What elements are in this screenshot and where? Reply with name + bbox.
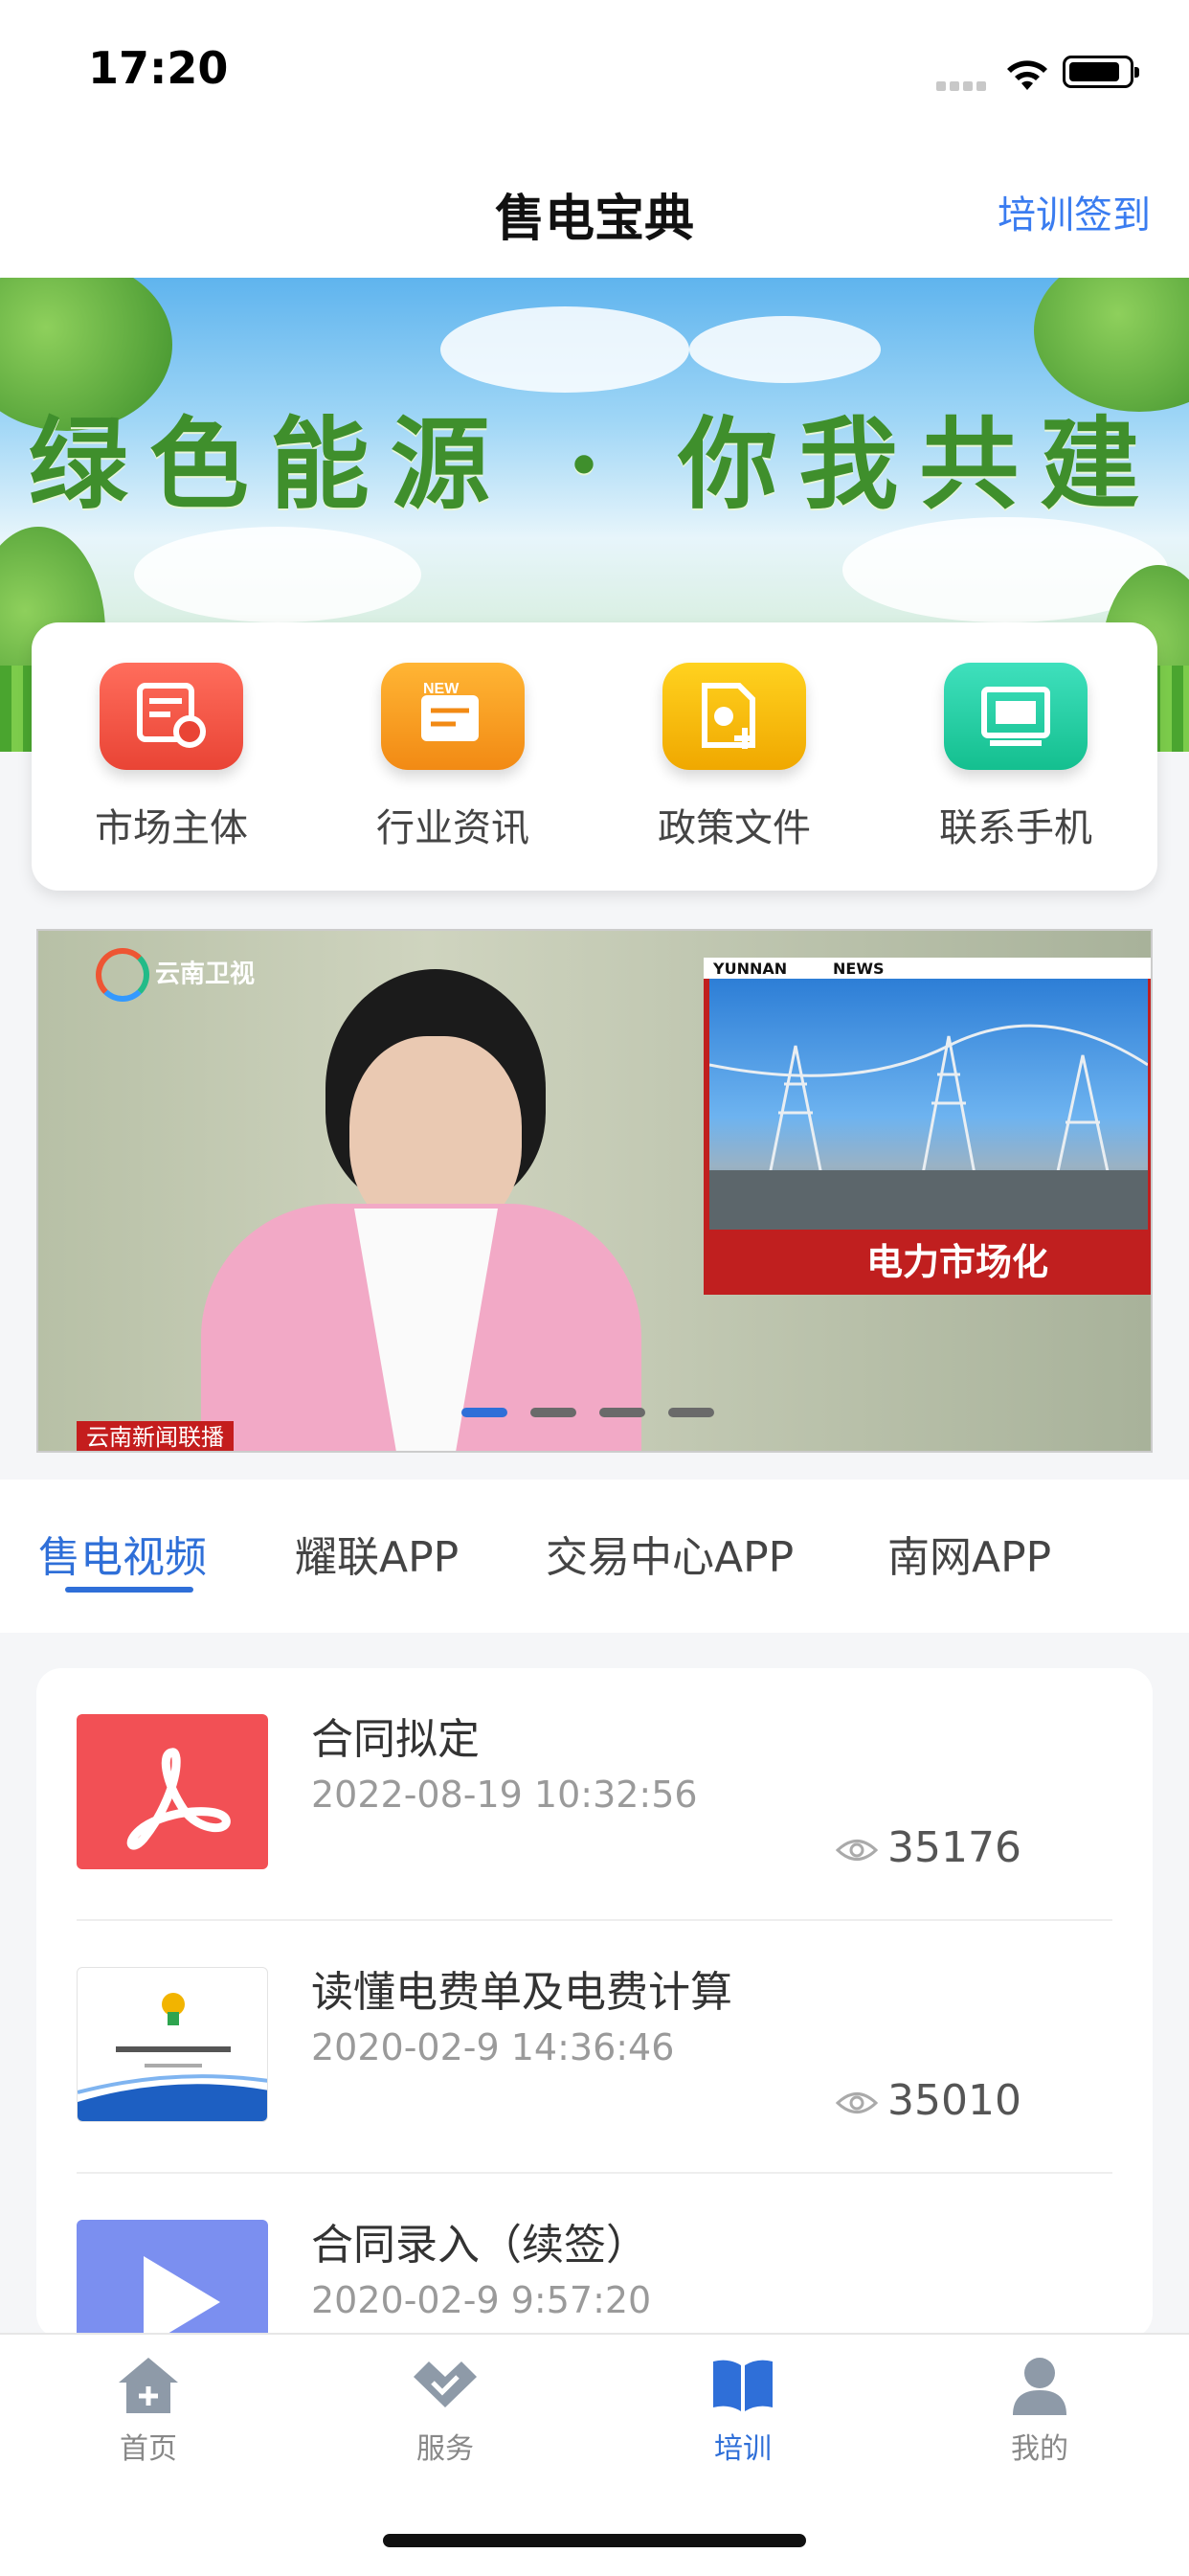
list-item[interactable]: 读懂电费单及电费计算 2020-02-9 14:36:46 35010	[36, 1921, 1153, 2174]
quick-entry-contact[interactable]: 联系手机	[920, 663, 1111, 852]
training-checkin-button[interactable]: 培训签到	[998, 184, 1151, 239]
item-title: 合同拟定	[311, 1715, 480, 1764]
book-icon	[713, 2360, 773, 2411]
inset-caption: 电力市场化	[865, 1241, 1048, 1283]
video-carousel[interactable]: 云南卫视 YUNNAN NEWS 电力市场化 云南新闻联播	[36, 929, 1153, 1453]
list-item[interactable]: 合同录入（续签） 2020-02-9 9:57:20	[36, 2174, 1153, 2339]
quick-entry-news[interactable]: NEW 行业资讯	[357, 663, 549, 852]
tab-trading-center-app[interactable]: 交易中心APP	[546, 1523, 794, 1584]
tabbar-service[interactable]: 服务	[369, 2354, 522, 2467]
quick-entry-card: 市场主体 NEW 行业资讯 政策文件 联系手机	[32, 622, 1157, 891]
list-item[interactable]: 合同拟定 2022-08-19 10:32:56 35176	[36, 1668, 1153, 1921]
profile-icon	[1013, 2358, 1066, 2415]
program-tag: 云南新闻联播	[77, 1421, 234, 1451]
tabbar-label: 培训	[714, 2432, 772, 2466]
news-inset: YUNNAN NEWS 电力市场化	[704, 958, 1151, 1295]
status-bar: 17:20	[0, 0, 1189, 144]
status-time: 17:20	[88, 42, 229, 94]
contact-phone-icon	[944, 663, 1088, 770]
home-icon	[119, 2358, 178, 2413]
tab-southern-grid-app[interactable]: 南网APP	[887, 1523, 1051, 1584]
power-grid-image	[708, 979, 1149, 1230]
quick-entry-label: 联系手机	[939, 806, 1092, 850]
svg-text:NEW: NEW	[423, 682, 460, 697]
carousel-indicator[interactable]	[461, 1403, 737, 1421]
item-date: 2020-02-9 14:36:46	[311, 2026, 675, 2068]
quick-entry-label: 行业资讯	[376, 806, 529, 850]
channel-logo: 云南卫视	[96, 948, 255, 1002]
market-entity-icon	[100, 663, 243, 770]
battery-icon	[1063, 56, 1139, 88]
category-tabs: 售电视频 耀联APP 交易中心APP 南网APP	[0, 1480, 1189, 1633]
item-title: 合同录入（续签）	[311, 2221, 648, 2270]
inset-header-right: NEWS	[833, 960, 885, 978]
banner-slogan: 绿色能源 · 你我共建	[28, 405, 1161, 523]
quick-entry-label: 政策文件	[658, 806, 811, 850]
tabbar-home[interactable]: 首页	[72, 2354, 225, 2467]
slide-thumbnail	[77, 1967, 268, 2122]
video-list: 合同拟定 2022-08-19 10:32:56 35176 读懂电费单及电费计…	[36, 1668, 1153, 2339]
item-date: 2022-08-19 10:32:56	[311, 1774, 698, 1816]
home-indicator	[383, 2534, 806, 2547]
play-icon	[77, 2220, 268, 2339]
pdf-icon	[77, 1714, 268, 1869]
quick-entry-policy[interactable]: 政策文件	[639, 663, 830, 852]
tabbar-label: 我的	[1011, 2432, 1068, 2466]
quick-entry-label: 市场主体	[95, 806, 248, 850]
tab-yaolian-app[interactable]: 耀联APP	[295, 1523, 459, 1584]
tabbar-training[interactable]: 培训	[666, 2354, 819, 2467]
item-views: 35010	[835, 2076, 1021, 2125]
item-date: 2020-02-9 9:57:20	[311, 2279, 652, 2321]
tabbar-profile[interactable]: 我的	[963, 2354, 1116, 2467]
cellular-signal-icon	[936, 77, 994, 91]
tabbar-label: 服务	[416, 2432, 474, 2466]
eye-icon	[835, 2092, 879, 2113]
policy-file-icon	[662, 663, 806, 770]
active-tab-indicator	[65, 1587, 193, 1593]
navigation-bar: 售电宝典 培训签到	[0, 144, 1189, 278]
eye-icon	[835, 1840, 879, 1861]
inset-header-left: YUNNAN	[713, 960, 788, 978]
wifi-icon	[1007, 60, 1047, 90]
news-icon: NEW	[381, 663, 525, 770]
item-views: 35176	[835, 1823, 1021, 1872]
handshake-icon	[414, 2361, 477, 2407]
tabbar-label: 首页	[120, 2432, 177, 2466]
tab-sales-video[interactable]: 售电视频	[38, 1523, 207, 1584]
quick-entry-market-entity[interactable]: 市场主体	[76, 663, 267, 852]
item-title: 读懂电费单及电费计算	[311, 1968, 732, 2017]
